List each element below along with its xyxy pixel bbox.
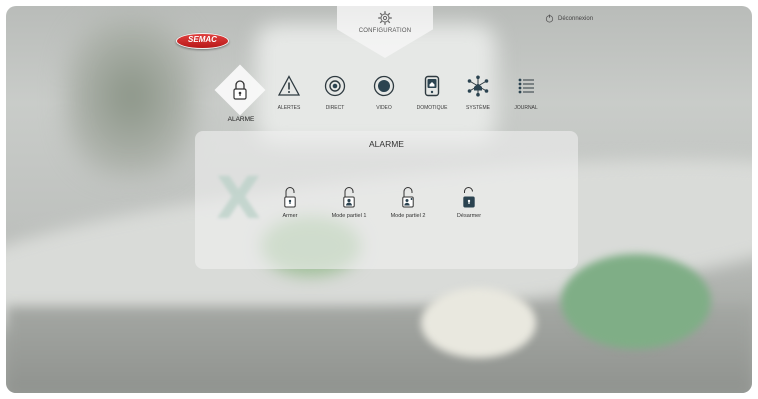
background-green-pouf [561, 254, 711, 349]
record-icon [373, 75, 395, 97]
gear-icon[interactable] [377, 10, 393, 26]
network-icon [467, 75, 489, 97]
panel-title: ALARME [369, 139, 404, 149]
person-plus-lock-icon [402, 187, 414, 208]
nav-item-domotique[interactable]: DOMOTIQUE [413, 75, 451, 111]
partial-mode-1-button[interactable]: Mode partiel 1 [326, 186, 372, 219]
lock-open-icon [284, 187, 296, 208]
camera-icon [324, 75, 346, 97]
disarm-button[interactable]: Désarmer [450, 186, 488, 219]
nav-item-alarme[interactable]: ALARME [220, 116, 262, 123]
semac-logo: SEMAC [176, 33, 229, 49]
home-automation-icon [424, 75, 440, 97]
nav-item-video[interactable]: VIDEO [370, 75, 398, 111]
person-lock-icon [343, 187, 355, 208]
partial-mode-2-button[interactable]: Mode partiel 2 [385, 186, 431, 219]
list-icon [518, 78, 534, 94]
background-cream-pouf [421, 288, 536, 358]
logout-button[interactable]: Déconnexion [545, 14, 593, 23]
config-label[interactable]: CONFIGURATION [335, 28, 435, 34]
nav-item-alertes[interactable]: ALERTES [272, 75, 306, 111]
nav-item-journal[interactable]: JOURNAL [510, 75, 542, 111]
power-icon [545, 14, 554, 23]
nav-item-systeme[interactable]: SYSTÈME [461, 75, 495, 111]
nav-item-direct[interactable]: DIRECT [320, 75, 350, 111]
padlock-icon[interactable] [233, 80, 247, 100]
arm-button[interactable]: Armer [271, 186, 309, 219]
logout-label: Déconnexion [558, 15, 594, 22]
unlock-icon [463, 187, 475, 208]
warning-icon [277, 75, 301, 96]
